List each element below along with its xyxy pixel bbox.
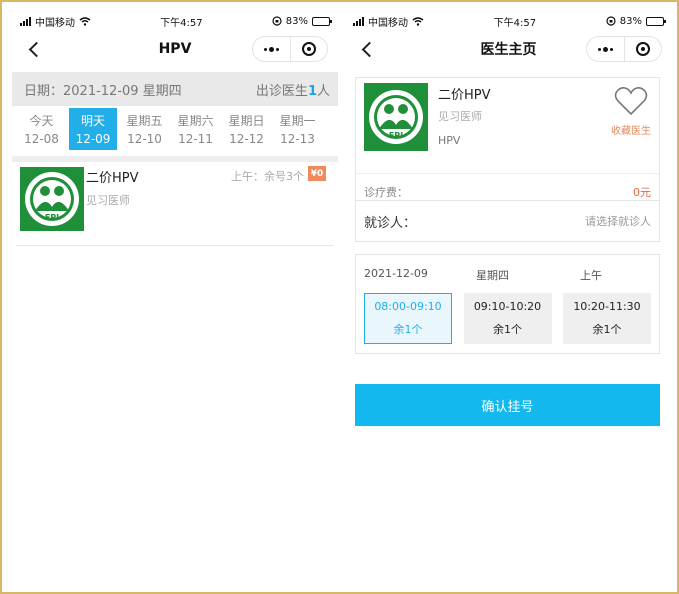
doctor-profile-card: EPI 二价HPV 见习医师 HPV 收藏医生 诊疗费： 0元 [355, 77, 660, 208]
schedule-card: 2021-12-09 星期四 上午 08:00-09:10 余1个 09:10-1… [355, 254, 660, 354]
day-label: 今天 [29, 114, 54, 128]
day-label: 星期五 [126, 114, 163, 128]
slot-remaining: 余1个 [393, 323, 423, 336]
battery-icon [311, 16, 332, 26]
slot-time: 09:10-10:20 [473, 300, 542, 313]
day-tab-today[interactable]: 今天 12-08 [16, 108, 67, 150]
doctor-count-prefix: 出诊医生 [255, 83, 308, 99]
time-slot[interactable]: 09:10-10:20 余1个 [463, 293, 552, 344]
status-time: 下午4:57 [160, 17, 203, 29]
status-time: 下午4:57 [493, 17, 537, 29]
close-button[interactable] [291, 37, 328, 61]
mini-program-capsule [252, 36, 328, 62]
date-bar: 日期：2021-12-09 星期四 出诊医生1人 [12, 72, 338, 106]
signal-icon [20, 16, 31, 26]
doctor-title: 见习医师 [438, 110, 482, 123]
back-icon[interactable] [361, 40, 375, 58]
page-title: HPV [158, 41, 192, 57]
more-button[interactable] [253, 37, 291, 61]
doctor-count-label: 出诊医生1人 [256, 80, 330, 99]
day-date: 12-08 [24, 132, 59, 146]
image-frame: 中国移动 下午4:57 83% HPV 日期：2021-12-09 星期四 出诊… [0, 0, 679, 594]
nav-bar: HPV [12, 32, 338, 66]
close-button[interactable] [625, 37, 662, 61]
doctor-department: HPV [438, 134, 461, 147]
day-label: 明天 [80, 114, 105, 128]
slot-time: 08:00-09:10 [374, 300, 442, 313]
doctor-name: 二价HPV [86, 171, 139, 186]
right-screen: 中国移动 下午4:57 83% 医生主页 EPI 二价HPV 见习医师 HPV … [345, 10, 672, 586]
time-slot[interactable]: 08:00-09:10 余1个 [364, 293, 452, 344]
schedule-weekday: 星期四 [476, 269, 509, 282]
close-target-icon [635, 42, 650, 56]
selected-date-label: 日期：2021-12-09 星期四 [24, 83, 182, 99]
battery-percent: 83% [619, 15, 642, 27]
confirm-registration-button[interactable]: 确认挂号 [355, 384, 660, 426]
doctor-count: 1 [307, 83, 317, 99]
page-title: 医生主页 [480, 42, 537, 58]
doctor-list-item[interactable]: EPI 二价HPV 见习医师 上午：余号3个 ¥0 [16, 162, 334, 246]
nav-bar: 医生主页 [345, 32, 672, 66]
back-icon[interactable] [28, 40, 42, 58]
patient-placeholder: 请选择就诊人 [585, 215, 651, 228]
day-tab-sunday[interactable]: 星期日 12-12 [221, 108, 272, 150]
logo-text: EPI [389, 131, 403, 140]
doctor-name: 二价HPV [438, 88, 491, 103]
wifi-icon [412, 16, 424, 26]
more-button[interactable] [587, 37, 625, 61]
left-screen: 中国移动 下午4:57 83% HPV 日期：2021-12-09 星期四 出诊… [12, 10, 338, 586]
day-tab-monday[interactable]: 星期一 12-13 [272, 108, 323, 150]
epi-logo: EPI [20, 167, 84, 231]
status-bar: 中国移动 下午4:57 83% [345, 10, 672, 32]
day-label: 星期六 [177, 114, 214, 128]
day-date: 12-12 [229, 132, 264, 146]
schedule-header: 2021-12-09 星期四 上午 [356, 255, 659, 289]
day-date: 12-11 [178, 132, 213, 146]
slot-remaining: 余1个 [592, 323, 622, 336]
fee-label: 诊疗费： [364, 185, 408, 199]
signal-icon [353, 16, 364, 26]
day-date: 12-13 [280, 132, 315, 146]
status-bar: 中国移动 下午4:57 83% [12, 10, 338, 32]
day-label: 星期日 [228, 114, 265, 128]
patient-selector[interactable]: 就诊人： 请选择就诊人 [355, 200, 660, 242]
day-selector: 今天 12-08 明天 12-09 星期五 12-10 星期六 12-11 星期日 12-… [12, 106, 338, 162]
close-target-icon [301, 42, 316, 56]
orientation-lock-icon [606, 16, 616, 26]
doctor-profile: EPI 二价HPV 见习医师 HPV 收藏医生 [356, 78, 659, 173]
carrier-label: 中国移动 [368, 17, 408, 29]
carrier-label: 中国移动 [35, 17, 75, 29]
doctor-title: 见习医师 [86, 194, 130, 207]
day-tab-friday[interactable]: 星期五 12-10 [119, 108, 170, 150]
heart-icon [614, 87, 648, 116]
favorite-button[interactable]: 收藏医生 [609, 86, 653, 144]
day-tab-saturday[interactable]: 星期六 12-11 [170, 108, 221, 150]
slot-remaining: 余1个 [493, 323, 522, 336]
battery-percent: 83% [285, 15, 308, 27]
fee-badge: ¥0 [308, 166, 326, 181]
doctor-slot-info: 上午：余号3个 [231, 170, 304, 183]
doctor-count-suffix: 人 [316, 83, 330, 99]
schedule-date: 2021-12-09 [364, 267, 428, 280]
more-icon [597, 46, 613, 52]
day-tab-tomorrow[interactable]: 明天 12-09 [69, 108, 117, 150]
patient-label: 就诊人： [364, 215, 417, 231]
logo-text: EPI [45, 213, 59, 222]
epi-logo: EPI [364, 83, 428, 151]
day-label: 星期一 [279, 114, 316, 128]
more-icon [263, 46, 279, 52]
fee-value: 0元 [633, 185, 651, 199]
orientation-lock-icon [272, 16, 282, 26]
battery-icon [645, 16, 666, 26]
day-date: 12-09 [75, 132, 111, 146]
schedule-period: 上午 [580, 269, 602, 282]
day-date: 12-10 [127, 132, 162, 146]
mini-program-capsule [586, 36, 662, 62]
time-slot[interactable]: 10:20-11:30 余1个 [563, 293, 651, 344]
slot-time: 10:20-11:30 [573, 300, 641, 313]
favorite-label: 收藏医生 [611, 126, 651, 137]
time-slot-list: 08:00-09:10 余1个 09:10-10:20 余1个 10:20-11:3… [364, 293, 651, 344]
wifi-icon [79, 16, 91, 26]
